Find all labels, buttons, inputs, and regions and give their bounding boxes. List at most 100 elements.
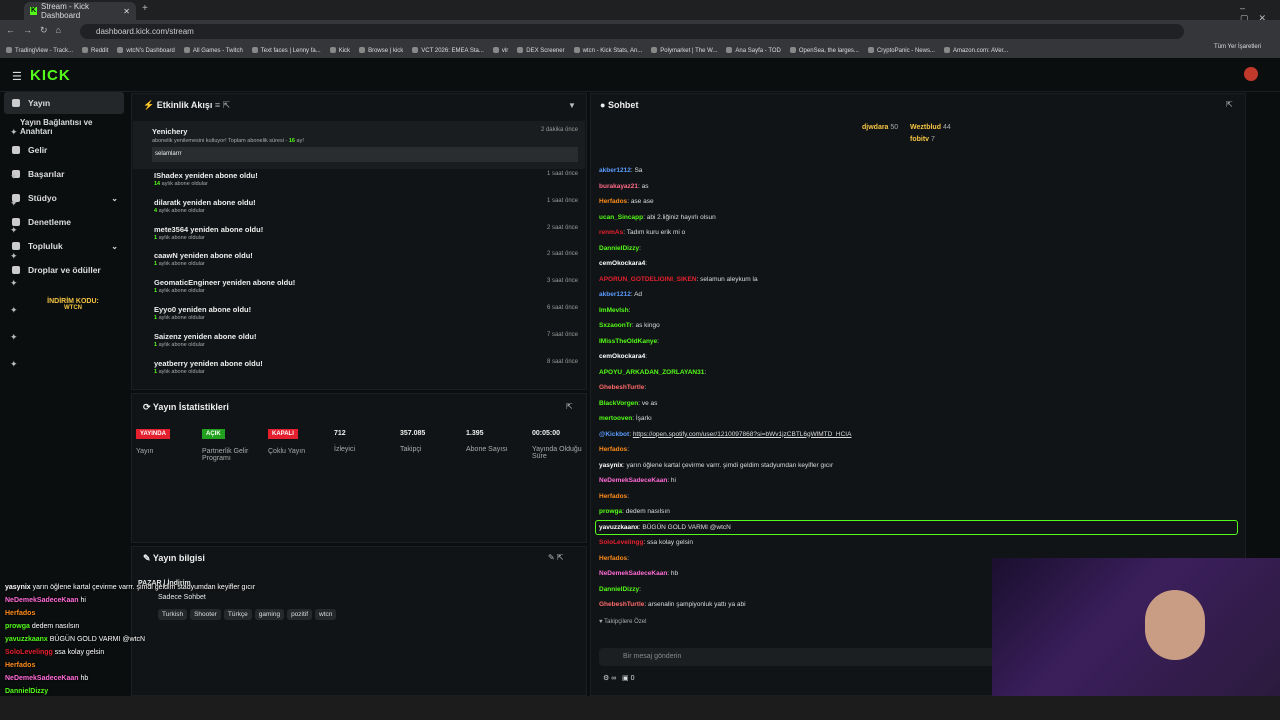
chat-username[interactable]: @Kickbot [599, 431, 629, 438]
edit-icon[interactable]: ✎ ⇱ [548, 553, 564, 562]
url-input[interactable]: dashboard.kick.com/stream [80, 24, 1184, 39]
stream-tag[interactable]: pozitif [287, 609, 313, 620]
status-label: Çoklu Yayın [268, 448, 306, 455]
chat-username[interactable]: yasynix [599, 462, 623, 469]
chat-message: Herfados: [599, 446, 629, 453]
chat-username[interactable]: Herfados [599, 446, 627, 453]
sub-text: aylık abone oldular [158, 234, 205, 241]
bookmark-item[interactable]: VCT 2026: EMEA Sta... [412, 47, 484, 54]
chat-username[interactable]: Herfados [599, 555, 627, 562]
chat-username[interactable]: ImMevlsh [599, 307, 629, 314]
stream-tag[interactable]: wtcn [315, 609, 337, 620]
menu-icon[interactable]: ☰ [12, 70, 22, 83]
stream-tag[interactable]: Turkish [158, 609, 188, 620]
chat-message: DannielDizzy: [599, 244, 641, 252]
bookmark-item[interactable]: Kick [330, 47, 350, 54]
chat-username[interactable]: Herfados [599, 493, 627, 500]
activity-item-time: 8 saat önce [546, 358, 578, 365]
chat-username[interactable]: NeDemekSadeceKaan [599, 570, 667, 577]
bookmark-item[interactable]: Text faces | Lenny fa... [252, 47, 321, 54]
chat-username[interactable]: prowga [599, 508, 622, 515]
chat-username[interactable]: APOYU_ARKADAN_ZORLAYAN31 [599, 369, 704, 376]
leaderboard-entry: djwdara 50 [862, 124, 898, 131]
overlay-username: NeDemekSadeceKaan [5, 675, 79, 682]
chat-message: @Kickbot: https://open.spotify.com/user/… [599, 430, 852, 438]
chat-username[interactable]: renmAs [599, 229, 623, 236]
bookmark-item[interactable]: DEX Screener [517, 47, 564, 54]
tab-title: Stream - Kick Dashboard [41, 2, 90, 20]
all-bookmarks[interactable]: Tüm Yer İşaretleri [1214, 44, 1261, 50]
chat-message: akber1212: Sa [599, 167, 643, 174]
chat-username[interactable]: NeDemekSadeceKaan [599, 477, 667, 484]
stream-tag[interactable]: Shooter [190, 609, 221, 620]
chat-username[interactable]: SxzaoonTr [599, 322, 632, 329]
bookmark-item[interactable]: Browse | kick [359, 47, 403, 54]
leaderboard-entry: fobitv 7 [910, 136, 935, 143]
chat-username[interactable]: cemOkockara4 [599, 260, 645, 267]
streamer-face [1145, 590, 1205, 660]
stream-tag[interactable]: Türkçe [223, 609, 252, 620]
sidebar-item-drops[interactable]: Droplar ve ödüller [4, 259, 124, 281]
close-tab-icon[interactable]: ✕ [123, 7, 130, 16]
chat-text: İşarkı [635, 415, 652, 422]
bookmark-item[interactable]: Reddit [82, 47, 108, 54]
chat-username[interactable]: SoloLevelingg [599, 539, 643, 546]
star-icon: ✦ [10, 358, 18, 369]
bookmark-item[interactable]: wtcN's Dashboard [117, 47, 175, 54]
bookmark-item[interactable]: Polymarket | The W... [651, 47, 717, 54]
kick-logo[interactable]: KICK [30, 67, 71, 84]
activity-item-title: IShadex yeniden abone oldu! [154, 171, 258, 180]
popout-icon[interactable]: ⇱ [1226, 100, 1233, 109]
bookmark-item[interactable]: vlr [493, 47, 508, 54]
chat-username[interactable]: IMissTheOldKanye [599, 338, 657, 345]
stream-tag[interactable]: gaming [254, 609, 285, 620]
chat-message: prowga: dedem nasılsın [599, 508, 670, 515]
chat-username[interactable]: APORUN_GOTDELIGINI_SIKEN [599, 276, 697, 283]
sidebar-item-achievements[interactable]: Başarılar [4, 163, 124, 185]
chat-username[interactable]: Herfados [599, 198, 627, 205]
chat-username[interactable]: akber1212 [599, 167, 631, 174]
overlay-username: DannielDizzy [5, 688, 49, 695]
bookmark-item[interactable]: Ana Sayfa - TOD [726, 47, 780, 54]
leaderboard-user: fobitv [910, 136, 930, 143]
avatar[interactable] [1244, 67, 1258, 81]
bookmark-item[interactable]: All Games - Twitch [184, 47, 243, 54]
bookmark-item[interactable]: OpenSea, the larges... [790, 47, 859, 54]
bookmark-item[interactable]: TradingView - Track... [6, 47, 73, 54]
sidebar-item-studio[interactable]: Stüdyo ⌄ [4, 187, 124, 209]
sidebar-item-stream[interactable]: Yayın [4, 92, 124, 114]
sidebar-item-revenue[interactable]: Gelir [4, 139, 124, 161]
nav-buttons[interactable]: ←→↻⌂ [6, 25, 69, 36]
bookmark-item[interactable]: Amazon.com: AVer... [944, 47, 1008, 54]
filter-icon[interactable]: ≡ ⇱ [215, 100, 230, 110]
chat-username[interactable]: GhebeshTurtle [599, 384, 644, 391]
activity-item-sub: 1 aylık abone oldular [154, 235, 205, 241]
chat-username[interactable]: akber1212 [599, 291, 631, 298]
chat-username[interactable]: DannielDizzy [599, 586, 639, 593]
popout-icon[interactable]: ⇱ [566, 402, 573, 411]
overlay-text: hi [80, 597, 86, 604]
chat-username[interactable]: cemOkockara4 [599, 353, 645, 360]
new-tab-icon[interactable]: + [142, 3, 148, 14]
chat-username[interactable]: BlackVorgen [599, 400, 638, 407]
bookmark-item[interactable]: wtcn - Kick Stats, An... [574, 47, 643, 54]
overlay-text: yarın öğlene kartal çevirme varrr. şimdi… [32, 584, 256, 591]
chat-username[interactable]: GhebeshTurtle [599, 601, 644, 608]
browser-tab[interactable]: K Stream - Kick Dashboard ✕ [24, 2, 136, 20]
chat-username[interactable]: mertooven [599, 415, 632, 422]
activity-first-user: Yenichery [152, 127, 188, 136]
chat-username[interactable]: ucan_Sincapp [599, 214, 643, 221]
sidebar-item-moderation[interactable]: Denetleme [4, 211, 124, 233]
activity-item-sub: 1 aylık abone oldular [154, 342, 205, 348]
sidebar-item-community[interactable]: Topluluk ⌄ [4, 235, 124, 257]
chat-text: Tadım kuru erik mi o [626, 229, 686, 236]
chat-message: Herfados: ase ase [599, 198, 654, 205]
chat-username[interactable]: DannielDizzy [599, 245, 639, 252]
bookmark-item[interactable]: CryptoPanic - News... [868, 47, 935, 54]
activity-item-title: dilaratk yeniden abone oldu! [154, 197, 256, 207]
chat-username[interactable]: burakayaz21 [599, 183, 638, 190]
sidebar-item-stream-key[interactable]: Yayın Bağlantısı ve Anahtarı [4, 116, 124, 138]
activity-title: ⚡ Etkinlik Akışı ≡ ⇱ [143, 100, 231, 110]
overlay-username: Herfados [5, 662, 36, 669]
funnel-icon[interactable]: ▼ [568, 101, 576, 110]
